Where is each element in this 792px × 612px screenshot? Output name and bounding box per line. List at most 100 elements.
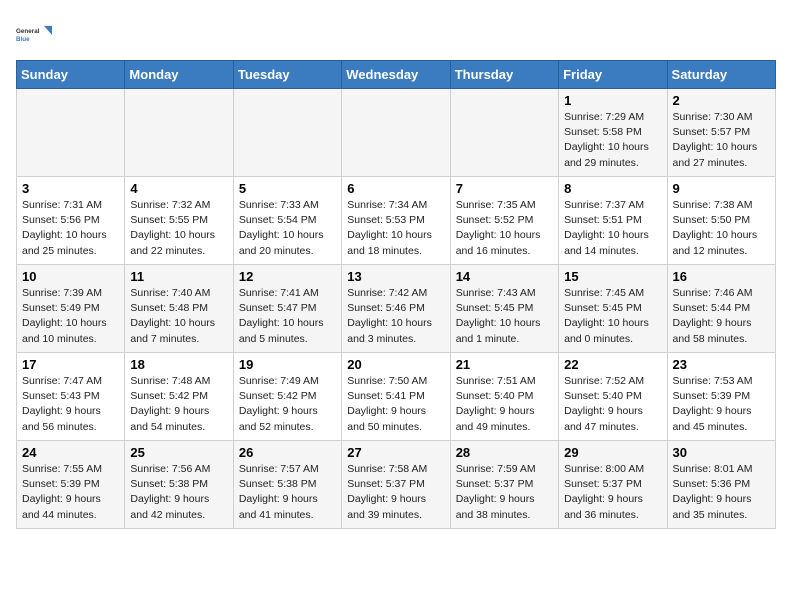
- header-cell-sunday: Sunday: [17, 61, 125, 89]
- header-cell-monday: Monday: [125, 61, 233, 89]
- day-cell: 16 Sunrise: 7:46 AM Sunset: 5:44 PM Dayli…: [667, 265, 775, 353]
- day-cell: 18 Sunrise: 7:48 AM Sunset: 5:42 PM Dayli…: [125, 353, 233, 441]
- day-cell: 12 Sunrise: 7:41 AM Sunset: 5:47 PM Dayli…: [233, 265, 341, 353]
- day-number: 22: [564, 357, 661, 372]
- day-info: Sunrise: 7:47 AM Sunset: 5:43 PM Dayligh…: [22, 375, 102, 433]
- day-cell: 10 Sunrise: 7:39 AM Sunset: 5:49 PM Dayli…: [17, 265, 125, 353]
- day-cell: 4 Sunrise: 7:32 AM Sunset: 5:55 PM Daylig…: [125, 177, 233, 265]
- day-number: 9: [673, 181, 770, 196]
- day-number: 10: [22, 269, 119, 284]
- day-number: 8: [564, 181, 661, 196]
- day-cell: 3 Sunrise: 7:31 AM Sunset: 5:56 PM Daylig…: [17, 177, 125, 265]
- day-info: Sunrise: 7:51 AM Sunset: 5:40 PM Dayligh…: [456, 375, 536, 433]
- day-cell: 17 Sunrise: 7:47 AM Sunset: 5:43 PM Dayli…: [17, 353, 125, 441]
- day-info: Sunrise: 7:49 AM Sunset: 5:42 PM Dayligh…: [239, 375, 319, 433]
- day-number: 29: [564, 445, 661, 460]
- week-row-2: 3 Sunrise: 7:31 AM Sunset: 5:56 PM Daylig…: [17, 177, 776, 265]
- svg-text:General: General: [16, 28, 40, 35]
- day-info: Sunrise: 7:41 AM Sunset: 5:47 PM Dayligh…: [239, 287, 324, 345]
- day-info: Sunrise: 7:32 AM Sunset: 5:55 PM Dayligh…: [130, 199, 215, 257]
- day-info: Sunrise: 7:39 AM Sunset: 5:49 PM Dayligh…: [22, 287, 107, 345]
- day-number: 15: [564, 269, 661, 284]
- day-cell: 21 Sunrise: 7:51 AM Sunset: 5:40 PM Dayli…: [450, 353, 558, 441]
- day-cell: 30 Sunrise: 8:01 AM Sunset: 5:36 PM Dayli…: [667, 441, 775, 529]
- day-info: Sunrise: 7:53 AM Sunset: 5:39 PM Dayligh…: [673, 375, 753, 433]
- day-cell: 19 Sunrise: 7:49 AM Sunset: 5:42 PM Dayli…: [233, 353, 341, 441]
- day-info: Sunrise: 7:30 AM Sunset: 5:57 PM Dayligh…: [673, 111, 758, 169]
- day-cell: [342, 89, 450, 177]
- day-info: Sunrise: 7:48 AM Sunset: 5:42 PM Dayligh…: [130, 375, 210, 433]
- day-info: Sunrise: 7:33 AM Sunset: 5:54 PM Dayligh…: [239, 199, 324, 257]
- day-number: 28: [456, 445, 553, 460]
- day-cell: 2 Sunrise: 7:30 AM Sunset: 5:57 PM Daylig…: [667, 89, 775, 177]
- day-number: 17: [22, 357, 119, 372]
- day-number: 20: [347, 357, 444, 372]
- header-row: SundayMondayTuesdayWednesdayThursdayFrid…: [17, 61, 776, 89]
- day-info: Sunrise: 7:57 AM Sunset: 5:38 PM Dayligh…: [239, 463, 319, 521]
- day-number: 1: [564, 93, 661, 108]
- day-number: 5: [239, 181, 336, 196]
- day-info: Sunrise: 7:29 AM Sunset: 5:58 PM Dayligh…: [564, 111, 649, 169]
- day-info: Sunrise: 7:31 AM Sunset: 5:56 PM Dayligh…: [22, 199, 107, 257]
- day-cell: 7 Sunrise: 7:35 AM Sunset: 5:52 PM Daylig…: [450, 177, 558, 265]
- day-number: 4: [130, 181, 227, 196]
- day-number: 19: [239, 357, 336, 372]
- day-number: 26: [239, 445, 336, 460]
- day-cell: [233, 89, 341, 177]
- calendar-table: SundayMondayTuesdayWednesdayThursdayFrid…: [16, 60, 776, 529]
- day-cell: [17, 89, 125, 177]
- day-cell: 24Sunrise: 7:55 AM Sunset: 5:39 PM Dayli…: [17, 441, 125, 529]
- day-info: Sunrise: 7:46 AM Sunset: 5:44 PM Dayligh…: [673, 287, 753, 345]
- day-info: Sunrise: 7:35 AM Sunset: 5:52 PM Dayligh…: [456, 199, 541, 257]
- day-number: 16: [673, 269, 770, 284]
- week-row-1: 1 Sunrise: 7:29 AM Sunset: 5:58 PM Daylig…: [17, 89, 776, 177]
- day-info: Sunrise: 7:43 AM Sunset: 5:45 PM Dayligh…: [456, 287, 541, 345]
- day-cell: 9 Sunrise: 7:38 AM Sunset: 5:50 PM Daylig…: [667, 177, 775, 265]
- day-info: Sunrise: 7:38 AM Sunset: 5:50 PM Dayligh…: [673, 199, 758, 257]
- day-cell: 13Sunrise: 7:42 AM Sunset: 5:46 PM Dayli…: [342, 265, 450, 353]
- day-cell: 25Sunrise: 7:56 AM Sunset: 5:38 PM Dayli…: [125, 441, 233, 529]
- day-info: Sunrise: 8:00 AM Sunset: 5:37 PM Dayligh…: [564, 463, 644, 521]
- day-number: 14: [456, 269, 553, 284]
- day-cell: 23Sunrise: 7:53 AM Sunset: 5:39 PM Dayli…: [667, 353, 775, 441]
- day-number: 30: [673, 445, 770, 460]
- day-number: 24: [22, 445, 119, 460]
- day-number: 2: [673, 93, 770, 108]
- day-cell: 1 Sunrise: 7:29 AM Sunset: 5:58 PM Daylig…: [559, 89, 667, 177]
- day-number: 11: [130, 269, 227, 284]
- day-number: 18: [130, 357, 227, 372]
- day-info: Sunrise: 7:50 AM Sunset: 5:41 PM Dayligh…: [347, 375, 427, 433]
- day-info: Sunrise: 7:59 AM Sunset: 5:37 PM Dayligh…: [456, 463, 536, 521]
- header-cell-friday: Friday: [559, 61, 667, 89]
- day-cell: 6 Sunrise: 7:34 AM Sunset: 5:53 PM Daylig…: [342, 177, 450, 265]
- logo-icon: GeneralBlue: [16, 16, 52, 52]
- day-info: Sunrise: 7:45 AM Sunset: 5:45 PM Dayligh…: [564, 287, 649, 345]
- day-info: Sunrise: 7:52 AM Sunset: 5:40 PM Dayligh…: [564, 375, 644, 433]
- week-row-5: 24Sunrise: 7:55 AM Sunset: 5:39 PM Dayli…: [17, 441, 776, 529]
- day-cell: 14 Sunrise: 7:43 AM Sunset: 5:45 PM Dayli…: [450, 265, 558, 353]
- header-cell-saturday: Saturday: [667, 61, 775, 89]
- day-number: 3: [22, 181, 119, 196]
- day-cell: 15 Sunrise: 7:45 AM Sunset: 5:45 PM Dayli…: [559, 265, 667, 353]
- day-number: 12: [239, 269, 336, 284]
- day-cell: 5 Sunrise: 7:33 AM Sunset: 5:54 PM Daylig…: [233, 177, 341, 265]
- day-info: Sunrise: 7:58 AM Sunset: 5:37 PM Dayligh…: [347, 463, 427, 521]
- day-number: 7: [456, 181, 553, 196]
- day-cell: 8Sunrise: 7:37 AM Sunset: 5:51 PM Daylig…: [559, 177, 667, 265]
- logo: GeneralBlue: [16, 16, 52, 52]
- day-number: 13: [347, 269, 444, 284]
- day-cell: 28 Sunrise: 7:59 AM Sunset: 5:37 PM Dayli…: [450, 441, 558, 529]
- day-number: 6: [347, 181, 444, 196]
- day-info: Sunrise: 7:40 AM Sunset: 5:48 PM Dayligh…: [130, 287, 215, 345]
- day-info: Sunrise: 7:34 AM Sunset: 5:53 PM Dayligh…: [347, 199, 432, 257]
- day-number: 21: [456, 357, 553, 372]
- header-cell-tuesday: Tuesday: [233, 61, 341, 89]
- page-header: GeneralBlue: [16, 16, 776, 52]
- week-row-3: 10 Sunrise: 7:39 AM Sunset: 5:49 PM Dayli…: [17, 265, 776, 353]
- day-cell: [125, 89, 233, 177]
- header-cell-thursday: Thursday: [450, 61, 558, 89]
- day-info: Sunrise: 8:01 AM Sunset: 5:36 PM Dayligh…: [673, 463, 753, 521]
- day-number: 25: [130, 445, 227, 460]
- week-row-4: 17 Sunrise: 7:47 AM Sunset: 5:43 PM Dayli…: [17, 353, 776, 441]
- header-cell-wednesday: Wednesday: [342, 61, 450, 89]
